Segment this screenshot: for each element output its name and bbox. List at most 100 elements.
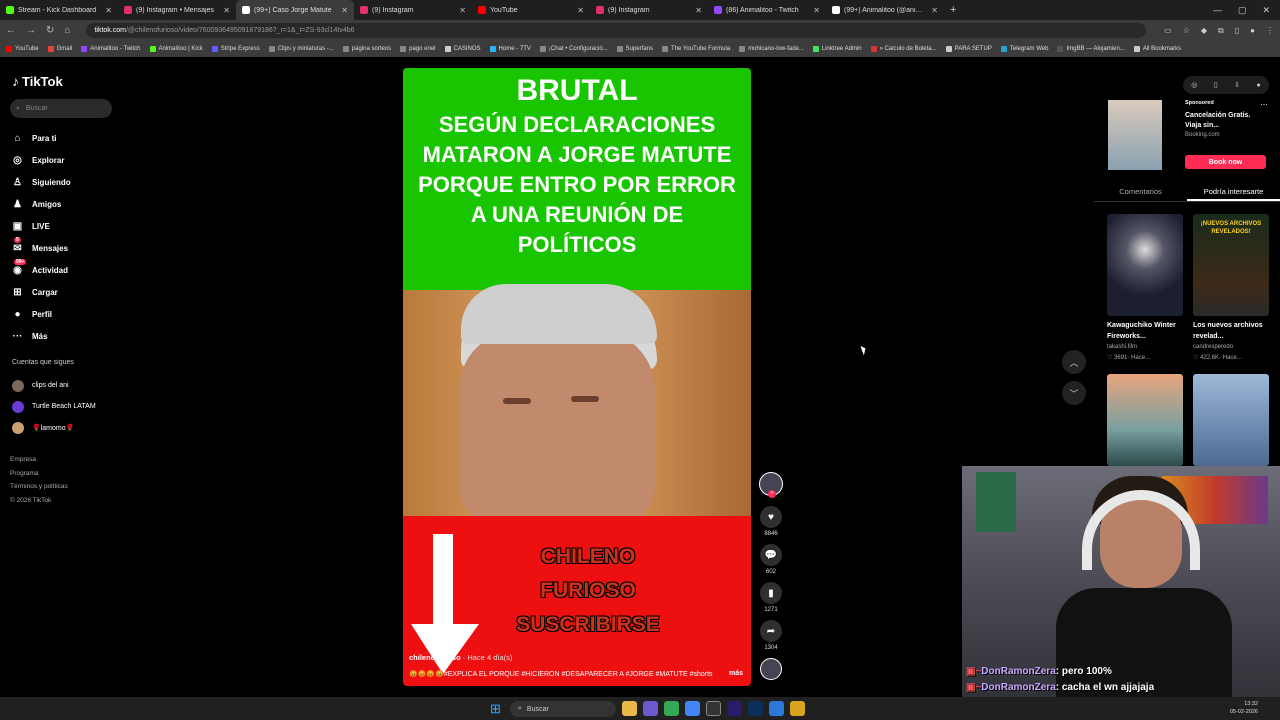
extension-icon[interactable]: ◆ xyxy=(1201,26,1207,36)
bookmark-item[interactable]: All Bookmarks xyxy=(1133,46,1181,52)
download-icon[interactable]: ⇩ xyxy=(1234,81,1240,89)
bookmark-item[interactable]: pago enel xyxy=(400,46,436,52)
coin-icon[interactable]: ◎ xyxy=(1191,81,1197,89)
chrome-icon[interactable] xyxy=(664,701,679,716)
close-tab-icon[interactable]: ✕ xyxy=(105,6,112,15)
sidebar-item-más[interactable]: ··· Más xyxy=(12,325,71,347)
user-avatar[interactable]: ● xyxy=(1256,82,1260,89)
browser-tab[interactable]: (9) Instagram • Mensajes ✕ xyxy=(118,0,236,20)
bookmark-item[interactable]: Home - 7TV xyxy=(489,46,531,52)
bookmark-item[interactable]: PARA SETUP xyxy=(945,46,992,52)
follow-plus-icon[interactable]: + xyxy=(768,490,776,498)
video-thumbnail[interactable]: ¡NUEVOS ARCHIVOS REVELADOS! xyxy=(1193,214,1269,316)
comment-icon[interactable]: 💬 xyxy=(760,544,782,566)
search-input[interactable]: ⌕ Buscar xyxy=(10,99,112,118)
tiktok-logo[interactable]: ♪ TikTok xyxy=(12,73,63,89)
taskbar-search[interactable]: ⌕ Buscar xyxy=(510,701,616,717)
browser-tab[interactable]: (86) Animalitoo - Twitch ✕ xyxy=(708,0,826,20)
bookmark-item[interactable]: Telegram Web xyxy=(1000,46,1048,52)
sidebar-item-para-ti[interactable]: ⌂ Para ti xyxy=(12,127,71,149)
next-video-button[interactable]: ﹀ xyxy=(1062,381,1086,405)
windows-start-icon[interactable]: ⊞ xyxy=(490,701,501,717)
forward-icon[interactable]: → xyxy=(26,25,36,36)
footer-link[interactable]: Términos y políticas xyxy=(10,480,68,494)
close-tab-icon[interactable]: ✕ xyxy=(931,6,938,15)
share-icon[interactable]: ➦ xyxy=(760,620,782,642)
browser-tab[interactable]: (99+) Animalitoo (@animalitoo ✕ xyxy=(826,0,944,20)
following-item[interactable]: Turtle Beach LATAM xyxy=(12,396,96,417)
book-now-button[interactable]: Book now xyxy=(1185,155,1266,169)
minimize-icon[interactable]: — xyxy=(1213,5,1222,15)
like-icon[interactable]: ♥ xyxy=(760,506,782,528)
taskbar-clock[interactable]: 13:32 05-02-2026 xyxy=(1230,700,1258,716)
tab-recommended[interactable]: Podría interesarte xyxy=(1187,180,1280,201)
browser-tab[interactable]: Stream - Kick Dashboard ✕ xyxy=(0,0,118,20)
bookmark-item[interactable]: ImgBB — Alojamien... xyxy=(1057,46,1125,52)
tab-comments[interactable]: Comentarios xyxy=(1094,180,1187,201)
app-icon[interactable] xyxy=(643,701,658,716)
close-tab-icon[interactable]: ✕ xyxy=(341,6,348,15)
card-title[interactable]: Kawaguchiko Winter Fireworks... xyxy=(1107,320,1177,342)
bookmark-item[interactable]: Animalitoo | Kick xyxy=(149,46,203,52)
app-icon[interactable] xyxy=(685,701,700,716)
sidebar-item-mensajes[interactable]: ✉ 5 Mensajes xyxy=(12,237,71,259)
close-tab-icon[interactable]: ✕ xyxy=(695,6,702,15)
back-icon[interactable]: ← xyxy=(6,25,16,36)
folder-icon[interactable] xyxy=(622,701,637,716)
card-author[interactable]: candresperedo xyxy=(1193,344,1273,350)
maximize-icon[interactable]: ▢ xyxy=(1238,5,1247,16)
sidebar-item-siguiendo[interactable]: ♙ Siguiendo xyxy=(12,171,71,193)
footer-link[interactable]: Empresa xyxy=(10,453,68,467)
reload-icon[interactable]: ↻ xyxy=(46,25,54,36)
star-icon[interactable]: ☆ xyxy=(1183,26,1190,36)
bookmark-item[interactable]: Superfans xyxy=(616,46,653,52)
menu-icon[interactable]: ⋮ xyxy=(1266,26,1274,36)
sidebar-item-amigos[interactable]: ♟ Amigos xyxy=(12,193,71,215)
more-link[interactable]: más xyxy=(729,670,743,677)
bookmark-item[interactable]: Stripe Express xyxy=(211,46,260,52)
music-disc-icon[interactable] xyxy=(760,658,782,680)
bookmark-item[interactable]: YouTube xyxy=(6,46,39,52)
following-item[interactable]: 🌹lamomo🌹 xyxy=(12,417,96,438)
close-tab-icon[interactable]: ✕ xyxy=(223,6,230,15)
app-icon[interactable] xyxy=(706,701,721,716)
puzzle-icon[interactable]: ⧉ xyxy=(1218,26,1224,36)
premiere-icon[interactable] xyxy=(727,701,742,716)
home-icon[interactable]: ⌂ xyxy=(64,25,70,36)
bookmark-item[interactable]: Gmail xyxy=(47,46,72,52)
bookmark-icon[interactable]: ▮ xyxy=(760,582,782,604)
browser-tab[interactable]: (9) Instagram ✕ xyxy=(590,0,708,20)
card-author[interactable]: takashi.film xyxy=(1107,344,1187,350)
sidebar-item-live[interactable]: ▣ LIVE xyxy=(12,215,71,237)
following-item[interactable]: clips del ani xyxy=(12,375,96,396)
creator-avatar[interactable]: + xyxy=(759,472,783,498)
bookmark-item[interactable]: ¡Chat • Configuració... xyxy=(539,46,608,52)
sidepanel-icon[interactable]: ▯ xyxy=(1235,26,1239,36)
app-icon[interactable] xyxy=(769,701,784,716)
close-window-icon[interactable]: ✕ xyxy=(1262,5,1270,16)
video-author[interactable]: chilenofurioso xyxy=(409,653,461,662)
video-thumbnail[interactable] xyxy=(1107,374,1183,466)
new-tab-button[interactable]: + xyxy=(944,4,962,16)
card-title[interactable]: Los nuevos archivos revelad... xyxy=(1193,320,1263,342)
browser-tab[interactable]: YouTube ✕ xyxy=(472,0,590,20)
url-field[interactable]: tiktok.com /@chilenofurioso/video/760093… xyxy=(86,23,1147,38)
close-tab-icon[interactable]: ✕ xyxy=(459,6,466,15)
bookmark-item[interactable]: mohicano-low-fade... xyxy=(739,46,804,52)
previous-video-button[interactable]: ︿ xyxy=(1062,350,1086,374)
sidebar-item-actividad[interactable]: ◉ 99+ Actividad xyxy=(12,259,71,281)
bookmark-item[interactable]: Animalitoo - Twitch xyxy=(81,46,141,52)
close-tab-icon[interactable]: ✕ xyxy=(813,6,820,15)
photoshop-icon[interactable] xyxy=(748,701,763,716)
footer-link[interactable]: Programa xyxy=(10,467,68,481)
sidebar-item-perfil[interactable]: ● Perfil xyxy=(12,303,71,325)
bookmark-item[interactable]: Clips y miniaturas -... xyxy=(268,46,334,52)
app-icon[interactable] xyxy=(790,701,805,716)
bookmark-item[interactable]: página sorteos xyxy=(342,46,391,52)
video-thumbnail[interactable] xyxy=(1193,374,1269,466)
video-thumbnail[interactable] xyxy=(1107,214,1183,316)
profile-avatar[interactable]: ● xyxy=(1250,26,1255,36)
sidebar-item-cargar[interactable]: ⊞ Cargar xyxy=(12,281,71,303)
sidebar-item-explorar[interactable]: ◎ Explorar xyxy=(12,149,71,171)
ad-more-icon[interactable]: ⋯ xyxy=(1260,100,1268,109)
